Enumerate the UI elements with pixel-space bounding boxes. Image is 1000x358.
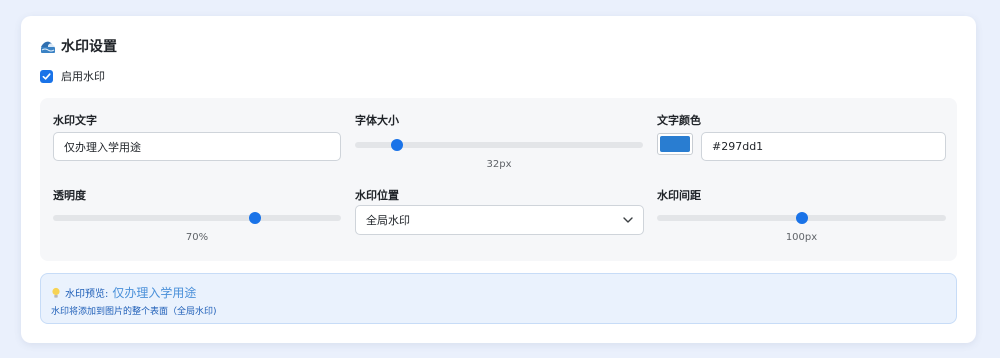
font-size-value: 32px (486, 159, 512, 170)
color-swatch-fill (660, 136, 690, 152)
preview-note: 水印将添加到图片的整个表面（全局水印) (51, 307, 217, 317)
position-selected-value: 全局水印 (366, 214, 410, 227)
watermark-preview-box: 水印预览: 仅办理入学用途 水印将添加到图片的整个表面（全局水印) (40, 273, 957, 324)
settings-panel: 水印文字 仅办理入学用途 字体大小 32px 文字颜色 #297dd1 透明度 … (40, 98, 957, 261)
enable-watermark-checkbox[interactable] (40, 69, 53, 83)
opacity-slider[interactable] (53, 212, 341, 224)
spacing-label: 水印间距 (657, 189, 701, 202)
spacing-value: 100px (785, 232, 818, 243)
opacity-label: 透明度 (53, 189, 86, 202)
watermark-settings-card: 水印设置 启用水印 水印文字 仅办理入学用途 字体大小 32px 文字颜色 #2… (21, 16, 976, 343)
font-size-slider-thumb[interactable] (390, 139, 403, 151)
lightbulb-icon (52, 287, 60, 298)
position-select[interactable]: 全局水印 (355, 205, 644, 235)
color-hex-input[interactable]: #297dd1 (701, 132, 946, 161)
preview-line: 水印预览: 仅办理入学用途 (51, 284, 196, 301)
font-size-slider[interactable] (355, 139, 643, 151)
preview-label: 水印预览: (65, 289, 109, 300)
spacing-slider[interactable] (657, 212, 946, 224)
checkmark-icon (42, 72, 51, 80)
page-title: 水印设置 (61, 39, 117, 55)
enable-watermark-row[interactable]: 启用水印 (40, 69, 105, 83)
font-size-label: 字体大小 (355, 114, 399, 127)
section-header: 水印设置 (40, 36, 117, 56)
watermark-text-label: 水印文字 (53, 114, 97, 127)
spacing-slider-thumb[interactable] (795, 212, 808, 224)
color-picker-swatch[interactable] (657, 133, 693, 155)
position-label: 水印位置 (355, 189, 399, 202)
enable-watermark-label: 启用水印 (61, 70, 105, 83)
chevron-down-icon (623, 217, 633, 223)
text-color-label: 文字颜色 (657, 114, 701, 127)
wave-emoji-icon (40, 38, 56, 54)
watermark-text-input[interactable]: 仅办理入学用途 (53, 132, 341, 161)
opacity-value: 70% (185, 232, 209, 243)
opacity-slider-thumb[interactable] (248, 212, 261, 224)
preview-value: 仅办理入学用途 (112, 286, 197, 300)
